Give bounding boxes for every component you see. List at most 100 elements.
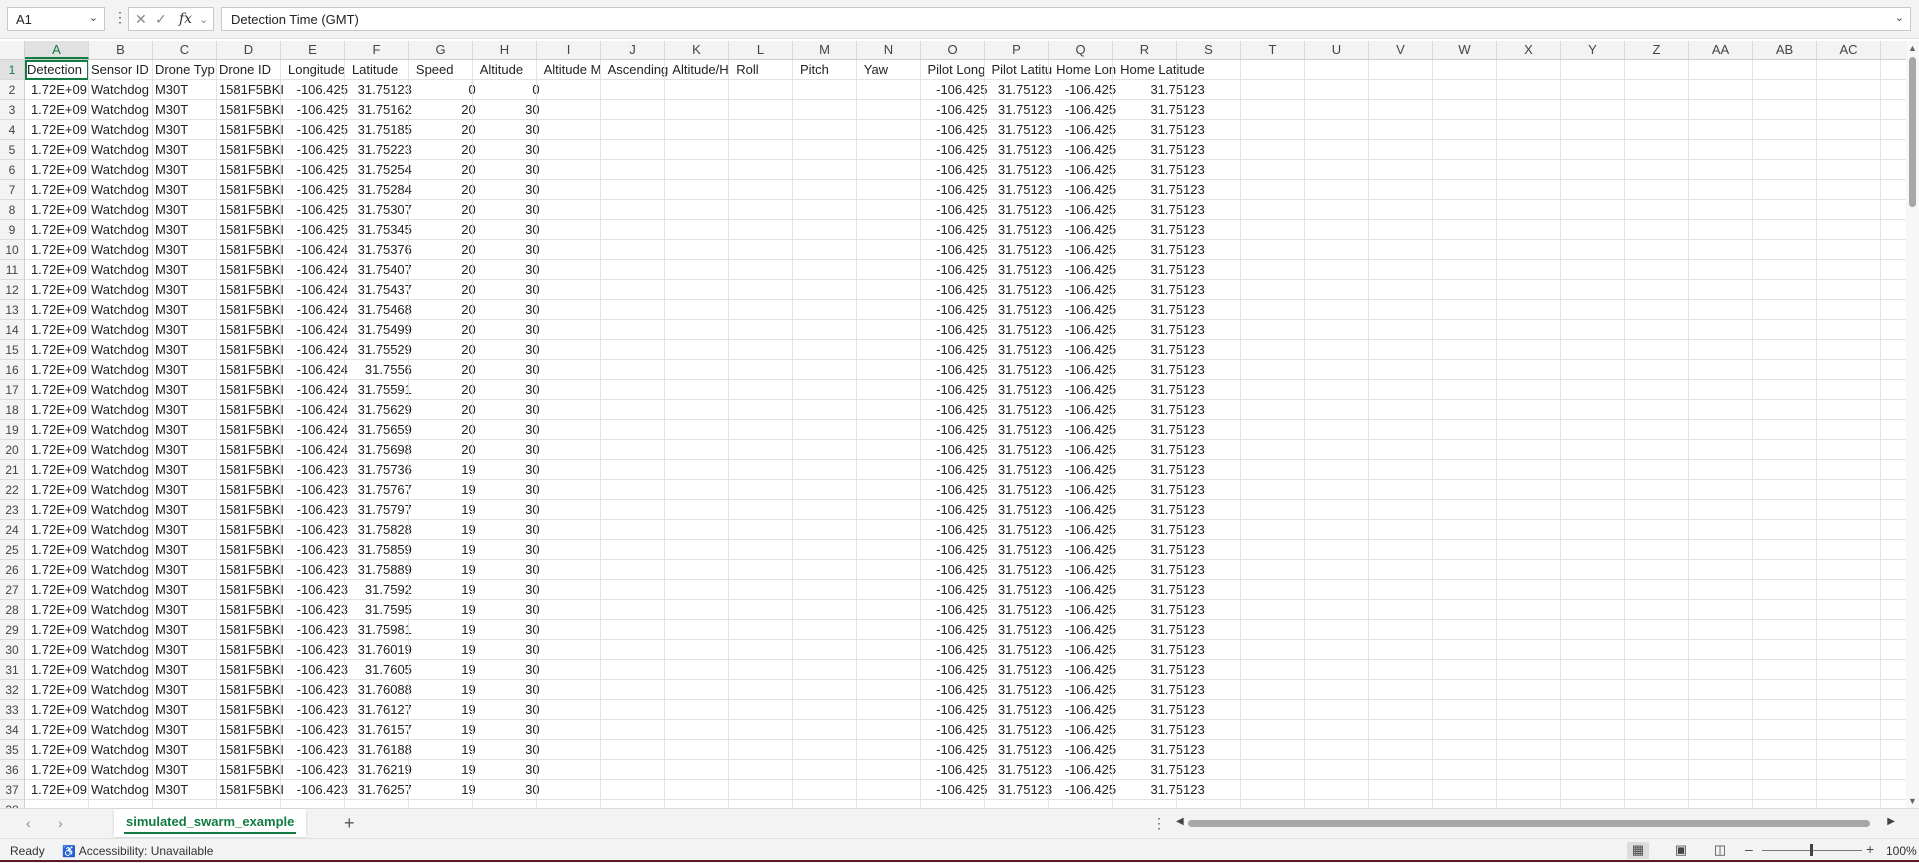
cell[interactable] — [542, 280, 606, 300]
cell[interactable]: 1581F5BKI — [217, 460, 286, 480]
cell[interactable] — [1842, 660, 1906, 680]
cell[interactable] — [1524, 580, 1588, 600]
column-header[interactable]: L — [729, 41, 793, 59]
cell[interactable] — [670, 400, 734, 420]
cell[interactable] — [1842, 280, 1906, 300]
cell[interactable] — [862, 280, 926, 300]
cell[interactable]: 30 — [478, 620, 542, 640]
cell[interactable] — [1652, 440, 1716, 460]
cell[interactable]: M30T — [153, 360, 217, 380]
column-header[interactable]: Q — [1049, 41, 1113, 59]
cell[interactable] — [1652, 420, 1716, 440]
cell[interactable]: 31.75123 — [1118, 780, 1207, 800]
cell[interactable]: -106.425 — [1054, 720, 1118, 740]
row-header[interactable]: 3 — [0, 100, 24, 120]
cell[interactable] — [798, 540, 862, 560]
cell[interactable]: Watchdog — [89, 120, 153, 140]
cell[interactable] — [1334, 660, 1398, 680]
cell[interactable]: 31.75123 — [1118, 440, 1207, 460]
cell[interactable]: -106.423 — [286, 580, 350, 600]
cell[interactable] — [1779, 200, 1843, 220]
cell[interactable]: -106.424 — [286, 280, 350, 300]
cell[interactable] — [1334, 680, 1398, 700]
cell[interactable] — [1397, 500, 1461, 520]
cell[interactable] — [1461, 780, 1525, 800]
header-cell[interactable]: Drone ID — [217, 60, 286, 80]
row-header[interactable]: 22 — [0, 480, 24, 500]
cell[interactable]: -106.425 — [925, 520, 989, 540]
scroll-down-icon[interactable]: ▼ — [1908, 796, 1917, 806]
cell[interactable]: -106.425 — [1054, 180, 1118, 200]
cell[interactable]: M30T — [153, 620, 217, 640]
cell[interactable]: -106.423 — [286, 640, 350, 660]
cell[interactable]: 31.75123 — [989, 380, 1054, 400]
cell[interactable] — [862, 380, 926, 400]
cell[interactable]: M30T — [153, 300, 217, 320]
cell[interactable] — [1652, 260, 1716, 280]
cell[interactable] — [1779, 680, 1843, 700]
cell[interactable] — [1842, 160, 1906, 180]
header-cell[interactable]: Pitch — [798, 60, 862, 80]
cell[interactable] — [1397, 460, 1461, 480]
cell[interactable] — [1207, 600, 1271, 620]
header-cell[interactable] — [1461, 60, 1525, 80]
cell[interactable] — [1461, 300, 1525, 320]
column-header[interactable]: C — [153, 41, 217, 59]
cell[interactable] — [1461, 560, 1525, 580]
cell[interactable] — [1715, 120, 1779, 140]
cell[interactable] — [1588, 340, 1652, 360]
cell[interactable]: 1.72E+09 — [25, 760, 89, 780]
header-cell[interactable] — [1397, 60, 1461, 80]
cell[interactable]: 30 — [478, 240, 542, 260]
cell[interactable] — [1334, 640, 1398, 660]
cell[interactable]: 19 — [414, 700, 478, 720]
cell[interactable]: 1581F5BKI — [217, 240, 286, 260]
cell[interactable] — [1652, 540, 1716, 560]
cell[interactable] — [1842, 400, 1906, 420]
cell[interactable] — [862, 200, 926, 220]
header-cell[interactable]: Altitude — [478, 60, 542, 80]
row-header[interactable]: 38 — [0, 800, 24, 808]
cell[interactable] — [606, 400, 671, 420]
cell[interactable]: -106.425 — [925, 120, 989, 140]
cell[interactable] — [1779, 500, 1843, 520]
cell[interactable]: 19 — [414, 680, 478, 700]
cell[interactable] — [1397, 200, 1461, 220]
row-header[interactable]: 32 — [0, 680, 24, 700]
cell[interactable] — [1842, 360, 1906, 380]
cell[interactable] — [1715, 400, 1779, 420]
cell[interactable]: 31.75123 — [1118, 80, 1207, 100]
cell[interactable]: 20 — [414, 140, 478, 160]
cell[interactable] — [1588, 620, 1652, 640]
cell[interactable] — [1270, 660, 1334, 680]
cell[interactable] — [1207, 80, 1271, 100]
cell[interactable] — [1397, 520, 1461, 540]
cell[interactable] — [1461, 360, 1525, 380]
cell[interactable]: 19 — [414, 520, 478, 540]
cell[interactable]: 19 — [414, 660, 478, 680]
cell[interactable] — [542, 260, 606, 280]
column-header[interactable]: Z — [1625, 41, 1689, 59]
cell[interactable] — [1270, 280, 1334, 300]
cell[interactable] — [1334, 600, 1398, 620]
cell[interactable] — [734, 360, 798, 380]
cell[interactable] — [862, 340, 926, 360]
cell[interactable]: M30T — [153, 340, 217, 360]
cell[interactable] — [1779, 660, 1843, 680]
cell[interactable] — [1207, 280, 1271, 300]
cell[interactable] — [1397, 140, 1461, 160]
cell[interactable] — [1207, 440, 1271, 460]
cell[interactable]: 31.75376 — [350, 240, 414, 260]
cell[interactable]: 30 — [478, 340, 542, 360]
cell[interactable]: 30 — [478, 740, 542, 760]
cell[interactable] — [798, 340, 862, 360]
cell[interactable]: 31.75123 — [1118, 540, 1207, 560]
cell[interactable]: 19 — [414, 780, 478, 800]
cell[interactable] — [1842, 760, 1906, 780]
cell[interactable] — [862, 780, 926, 800]
cell[interactable]: 30 — [478, 660, 542, 680]
cell[interactable] — [1207, 680, 1271, 700]
cell[interactable]: 31.75123 — [989, 580, 1054, 600]
cell[interactable]: 1581F5BKI — [217, 600, 286, 620]
cell[interactable] — [542, 440, 606, 460]
